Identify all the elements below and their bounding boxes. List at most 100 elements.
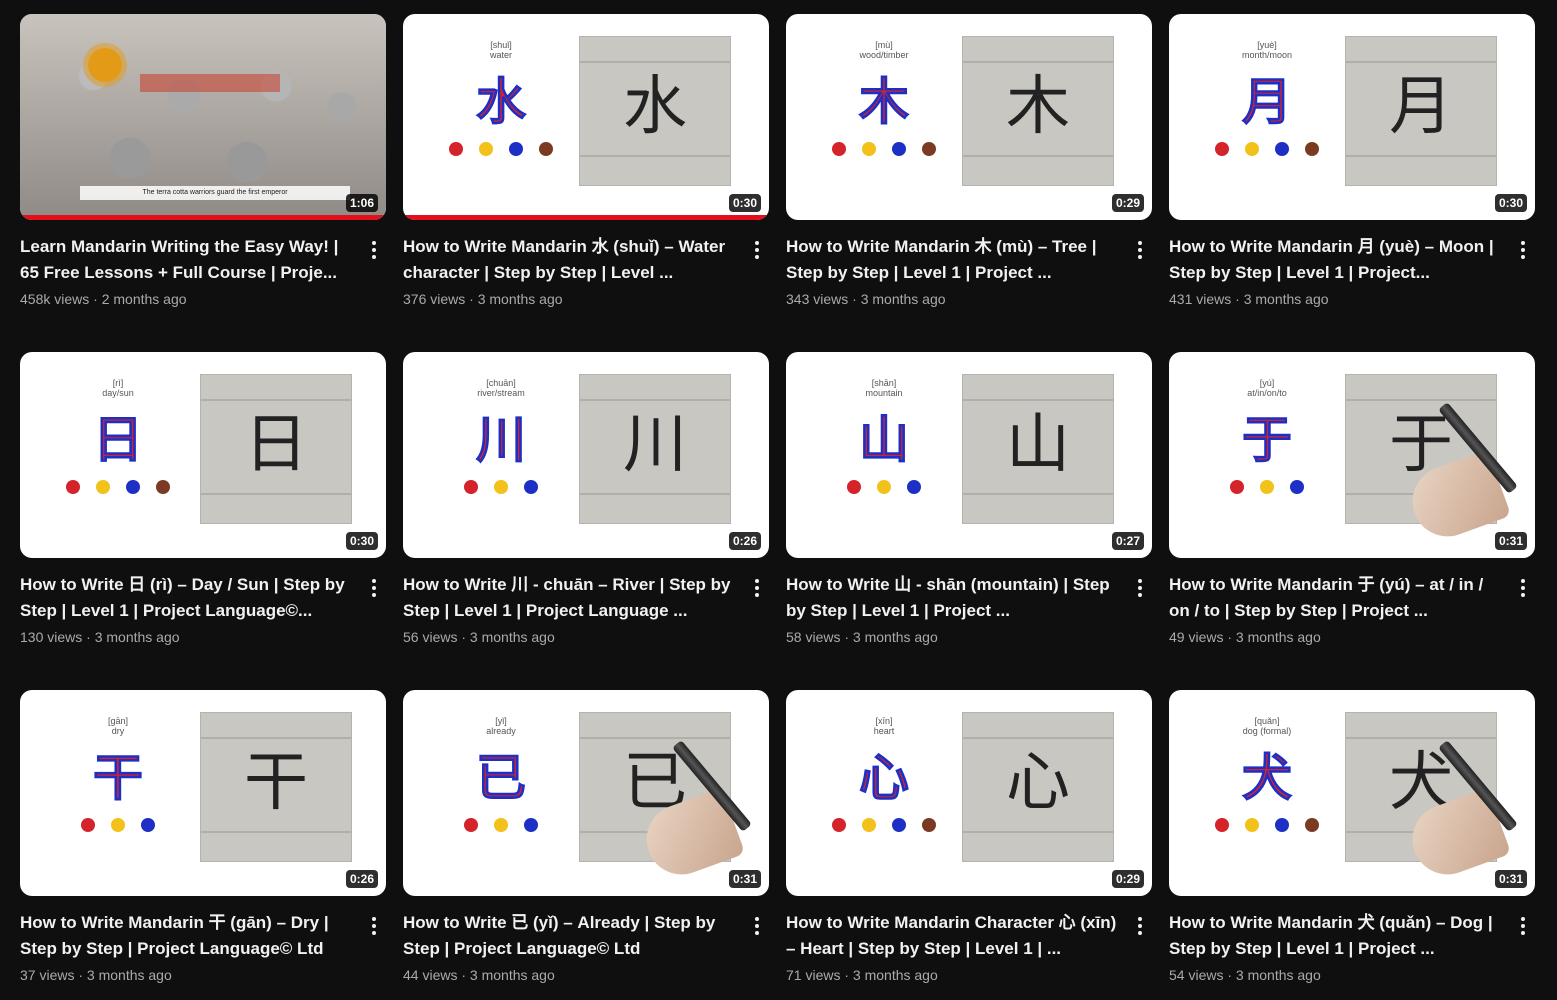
duration-badge: 0:27 — [1111, 532, 1144, 550]
colored-character: 于 — [1242, 411, 1293, 470]
video-meta: 54 views · 3 months ago — [1169, 967, 1321, 983]
video-thumbnail[interactable]: [rì] day/sun 日 日 0:30 — [20, 352, 386, 558]
writing-paper: 木 — [962, 36, 1114, 186]
video-card[interactable]: [quǎn] dog (formal) 犬 犬 0:31 How to Writ… — [1169, 690, 1535, 986]
duration-badge: 0:29 — [1111, 194, 1144, 212]
video-card[interactable]: [xīn] heart 心 心 0:29 How to Write Mandar… — [786, 690, 1152, 986]
pinyin-label: [yuè] month/moon — [1241, 40, 1293, 60]
video-title[interactable]: How to Write Mandarin 于 (yú) – at / in /… — [1169, 572, 1507, 624]
pinyin-label: [gān] dry — [107, 716, 129, 736]
video-card[interactable]: [gān] dry 干 干 0:26 How to Write Mandarin… — [20, 690, 386, 986]
writing-paper: 于 — [1345, 374, 1518, 547]
more-options-icon[interactable] — [364, 576, 384, 602]
pinyin-label: [shuǐ] water — [489, 40, 512, 60]
video-title[interactable]: How to Write Mandarin 犬 (quǎn) – Dog | S… — [1169, 910, 1507, 962]
stroke-dot-brown — [539, 142, 553, 156]
video-details: How to Write 山 - shān (mountain) | Step … — [786, 572, 1152, 648]
video-card[interactable]: [shuǐ] water 水 水 0:30 How to Write Manda… — [403, 14, 769, 310]
logo-sun-icon — [88, 48, 122, 82]
more-options-icon[interactable] — [1130, 238, 1150, 264]
colored-character: 干 — [93, 749, 144, 808]
writing-paper: 川 — [579, 374, 731, 524]
video-card[interactable]: [yuè] month/moon 月 月 0:30 How to Write M… — [1169, 14, 1535, 310]
video-meta: 431 views · 3 months ago — [1169, 291, 1329, 307]
video-title[interactable]: Learn Mandarin Writing the Easy Way! | 6… — [20, 234, 358, 286]
pinyin-label: [chuān] river/stream — [477, 378, 525, 398]
video-thumbnail[interactable]: [shuǐ] water 水 水 0:30 — [403, 14, 769, 220]
more-options-icon[interactable] — [747, 576, 767, 602]
pinyin-label: [rì] day/sun — [102, 378, 134, 398]
video-thumbnail[interactable]: [shān] mountain 山 山 0:27 — [786, 352, 1152, 558]
duration-badge: 0:26 — [728, 532, 761, 550]
stroke-dot-blue — [1275, 142, 1289, 156]
more-options-icon[interactable] — [747, 238, 767, 264]
video-details: How to Write Mandarin 水 (shuǐ) – Water c… — [403, 234, 769, 310]
video-thumbnail[interactable]: [mù] wood/timber 木 木 0:29 — [786, 14, 1152, 220]
video-card[interactable]: [chuān] river/stream 川 川 0:26 How to Wri… — [403, 352, 769, 648]
writing-paper: 月 — [1345, 36, 1497, 186]
video-title[interactable]: How to Write Mandarin Character 心 (xīn) … — [786, 910, 1124, 962]
video-title[interactable]: How to Write Mandarin 月 (yuè) – Moon | S… — [1169, 234, 1507, 286]
video-details: How to Write Mandarin 于 (yú) – at / in /… — [1169, 572, 1535, 648]
video-card[interactable]: The terra cotta warriors guard the first… — [20, 14, 386, 310]
more-options-icon[interactable] — [364, 914, 384, 940]
video-title[interactable]: How to Write 日 (rì) – Day / Sun | Step b… — [20, 572, 358, 624]
video-title[interactable]: How to Write Mandarin 木 (mù) – Tree | St… — [786, 234, 1124, 286]
more-options-icon[interactable] — [1130, 914, 1150, 940]
more-options-icon[interactable] — [1513, 576, 1533, 602]
video-title[interactable]: How to Write 已 (yǐ) – Already | Step by … — [403, 910, 741, 962]
writing-paper: 干 — [200, 712, 352, 862]
video-thumbnail[interactable]: [gān] dry 干 干 0:26 — [20, 690, 386, 896]
video-grid: The terra cotta warriors guard the first… — [0, 0, 1557, 1000]
stroke-dots — [58, 818, 178, 832]
stroke-dot-red — [464, 480, 478, 494]
video-thumbnail[interactable]: [yǐ] already 已 已 0:31 — [403, 690, 769, 896]
stroke-dots — [1207, 480, 1327, 494]
more-options-icon[interactable] — [1513, 914, 1533, 940]
pinyin-label: [yú] at/in/on/to — [1247, 378, 1287, 398]
video-card[interactable]: [shān] mountain 山 山 0:27 How to Write 山 … — [786, 352, 1152, 648]
colored-character: 犬 — [1242, 749, 1293, 808]
video-meta: 37 views · 3 months ago — [20, 967, 172, 983]
colored-character: 木 — [859, 73, 910, 132]
duration-badge: 0:31 — [1494, 532, 1527, 550]
video-title[interactable]: How to Write 山 - shān (mountain) | Step … — [786, 572, 1124, 624]
stroke-dot-yellow — [862, 142, 876, 156]
video-card[interactable]: [yǐ] already 已 已 0:31 How to Write 已 (yǐ… — [403, 690, 769, 986]
colored-character: 心 — [859, 749, 910, 808]
video-title[interactable]: How to Write Mandarin 干 (gān) – Dry | St… — [20, 910, 358, 962]
video-thumbnail[interactable]: [chuān] river/stream 川 川 0:26 — [403, 352, 769, 558]
duration-badge: 0:30 — [1494, 194, 1527, 212]
stroke-dot-yellow — [479, 142, 493, 156]
stroke-dot-yellow — [111, 818, 125, 832]
video-title[interactable]: How to Write 川 - chuān – River | Step by… — [403, 572, 741, 624]
video-details: How to Write Mandarin Character 心 (xīn) … — [786, 910, 1152, 986]
stroke-dot-red — [1230, 480, 1244, 494]
writing-paper: 山 — [962, 374, 1114, 524]
writing-paper: 心 — [962, 712, 1114, 862]
video-meta: 56 views · 3 months ago — [403, 629, 555, 645]
video-card[interactable]: [mù] wood/timber 木 木 0:29 How to Write M… — [786, 14, 1152, 310]
stroke-dot-red — [464, 818, 478, 832]
duration-badge: 0:26 — [345, 870, 378, 888]
more-options-icon[interactable] — [1130, 576, 1150, 602]
stroke-dot-yellow — [1245, 142, 1259, 156]
colored-character: 山 — [859, 411, 910, 470]
video-thumbnail[interactable]: [yuè] month/moon 月 月 0:30 — [1169, 14, 1535, 220]
video-thumbnail[interactable]: [xīn] heart 心 心 0:29 — [786, 690, 1152, 896]
duration-badge: 0:31 — [1494, 870, 1527, 888]
stroke-dots — [824, 480, 944, 494]
video-title[interactable]: How to Write Mandarin 水 (shuǐ) – Water c… — [403, 234, 741, 286]
stroke-dot-brown — [1305, 142, 1319, 156]
stroke-dot-blue — [892, 818, 906, 832]
video-card[interactable]: [rì] day/sun 日 日 0:30 How to Write 日 (rì… — [20, 352, 386, 648]
more-options-icon[interactable] — [1513, 238, 1533, 264]
video-card[interactable]: [yú] at/in/on/to 于 于 0:31 How to Write M… — [1169, 352, 1535, 648]
video-thumbnail[interactable]: The terra cotta warriors guard the first… — [20, 14, 386, 220]
stroke-dot-blue — [1290, 480, 1304, 494]
video-thumbnail[interactable]: [yú] at/in/on/to 于 于 0:31 — [1169, 352, 1535, 558]
video-thumbnail[interactable]: [quǎn] dog (formal) 犬 犬 0:31 — [1169, 690, 1535, 896]
duration-badge: 0:29 — [1111, 870, 1144, 888]
more-options-icon[interactable] — [364, 238, 384, 264]
more-options-icon[interactable] — [747, 914, 767, 940]
